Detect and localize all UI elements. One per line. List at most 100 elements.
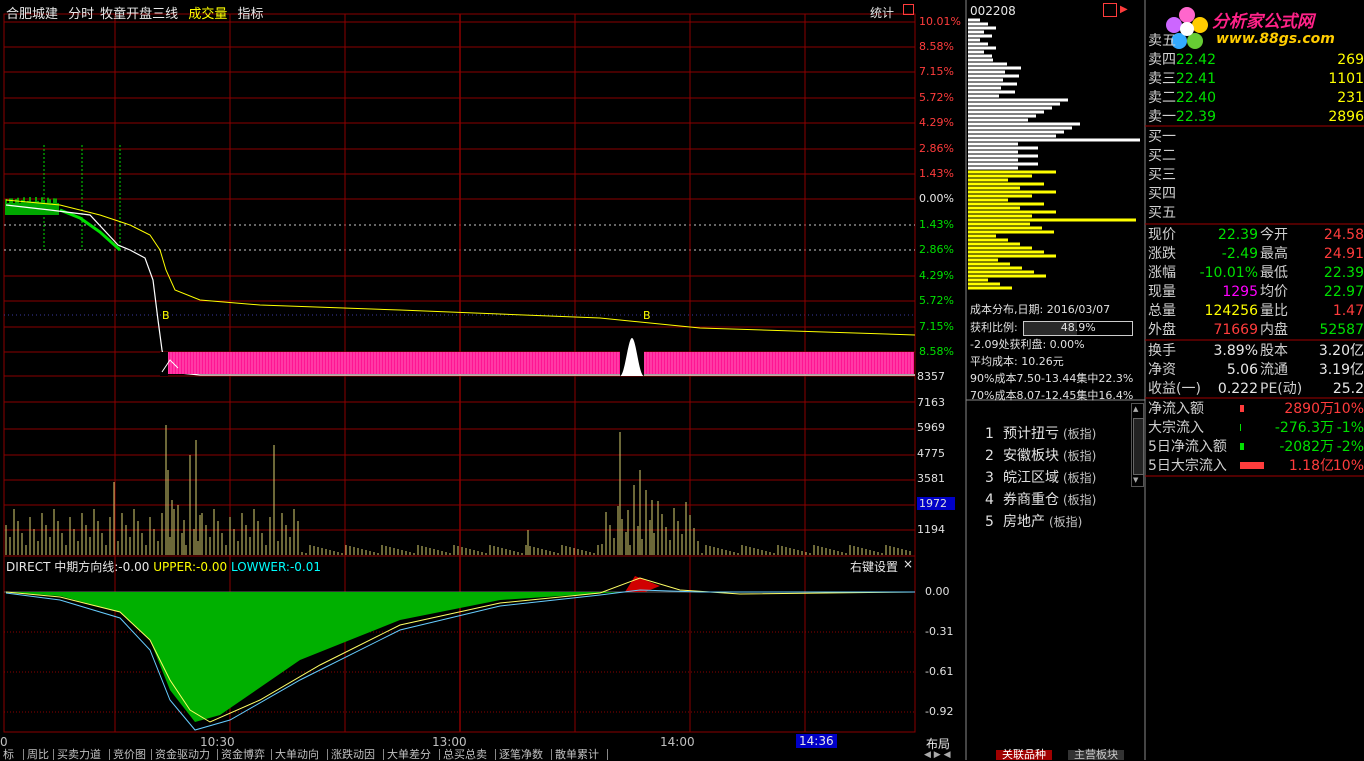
menu-timeshare[interactable]: 分时: [68, 7, 94, 22]
sector-item[interactable]: 1 预计扭亏 (板指): [985, 423, 1096, 443]
level-label: 买三: [1148, 167, 1176, 183]
level-label: 卖二: [1148, 90, 1176, 106]
bottom-tab[interactable]: 资金驱动力: [152, 749, 218, 760]
fund-flow-row: 大宗流入 -276.3万 -1%: [1148, 419, 1364, 438]
sector-item[interactable]: 4 券商重仓 (板指): [985, 489, 1096, 509]
bottom-tab[interactable]: 周比: [24, 749, 54, 760]
level-label: 买四: [1148, 186, 1176, 202]
flow-bar: [1240, 424, 1241, 431]
volume-axis-label: 1972: [917, 497, 955, 510]
flow-percent: 10%: [1332, 401, 1364, 417]
buy-level-row[interactable]: 买一: [1148, 128, 1364, 147]
buy-level-row[interactable]: 买四: [1148, 185, 1364, 204]
sector-index: 5: [985, 514, 994, 530]
stock-name: 合肥城建: [6, 7, 59, 22]
sell-level-row[interactable]: 卖一 22.39 2896: [1148, 108, 1364, 127]
buy-marker: B: [162, 309, 170, 322]
cost-90: 90%成本7.50-13.44集中22.3%: [970, 372, 1134, 385]
flow-label: 大宗流入: [1148, 420, 1204, 436]
upper-value: -0.00: [196, 560, 228, 574]
tab-main-sector[interactable]: 主营板块: [1068, 749, 1124, 760]
chip-arrow-icon[interactable]: ▶: [1120, 4, 1128, 15]
profit-ratio-value: 48.9%: [1060, 320, 1096, 334]
quote-stat-row: 净资 5.06 流通 3.19亿: [1148, 361, 1364, 380]
bottom-tab[interactable]: 涨跌动因: [328, 749, 384, 760]
stat-value: -2.49: [1221, 246, 1258, 262]
profit-ratio-bar: 48.9%: [1023, 320, 1134, 336]
bottom-tab[interactable]: 大单动向: [272, 749, 328, 760]
flow-percent: -1%: [1336, 420, 1364, 436]
price-axis-label: 4.29%: [919, 269, 954, 282]
stat-value: 22.97: [1323, 284, 1364, 300]
menu-indicator[interactable]: 指标: [237, 7, 263, 22]
sell-level-row[interactable]: 卖三 22.41 1101: [1148, 70, 1364, 89]
price-axis-label: 1.43%: [919, 218, 954, 231]
level-price: 22.42: [1175, 52, 1216, 68]
fund-flow-row: 净流入额 2890万 10%: [1148, 400, 1364, 419]
flow-amount: 2890万: [1284, 401, 1334, 417]
level-price: 22.39: [1175, 109, 1216, 125]
level-label: 卖四: [1148, 52, 1176, 68]
price-axis-label: 10.01%: [919, 15, 961, 28]
bottom-tab[interactable]: 买卖力道: [54, 749, 110, 760]
flow-percent: -2%: [1336, 439, 1364, 455]
bottom-tab[interactable]: 逐笔净数: [496, 749, 552, 760]
indicator-close-icon[interactable]: ×: [903, 557, 913, 571]
stat-value: 3.89%: [1213, 343, 1258, 359]
price-axis-label: 0.00%: [919, 192, 954, 205]
sector-type: (板指): [1063, 427, 1097, 441]
flow-amount: 1.18亿: [1288, 458, 1334, 474]
stats-button[interactable]: 统计: [870, 4, 894, 21]
sector-index: 2: [985, 448, 994, 464]
bottom-tab[interactable]: 散单累计: [552, 749, 608, 760]
stat-label: 均价: [1260, 284, 1288, 300]
indicator-settings[interactable]: 右键设置: [850, 558, 898, 575]
fund-flow-row: 5日大宗流入 1.18亿 10%: [1148, 457, 1364, 476]
stat-value: 0.222: [1217, 381, 1258, 397]
sector-scrollbar[interactable]: ▲ ▼: [1131, 403, 1144, 487]
stat-value: 25.2: [1332, 381, 1364, 397]
current-time: 14:36: [796, 734, 837, 748]
lower-label: LOWWER:: [230, 560, 290, 574]
sector-item[interactable]: 5 房地产 (板指): [985, 511, 1082, 531]
bottom-tab[interactable]: 大单差分: [384, 749, 440, 760]
bottom-tab[interactable]: 资金博弈: [218, 749, 272, 760]
buy-level-row[interactable]: 买二: [1148, 147, 1364, 166]
sell-level-row[interactable]: 卖五: [1148, 32, 1364, 51]
menu-formula[interactable]: 牧童开盘三线: [100, 7, 178, 22]
tab-related[interactable]: 关联品种: [996, 749, 1052, 760]
level-label: 卖一: [1148, 109, 1176, 125]
indicator-name: DIRECT: [6, 560, 51, 574]
chip-settings-icon[interactable]: [1103, 3, 1117, 17]
bottom-tab[interactable]: 总买总卖: [440, 749, 496, 760]
indicator-axis-label: -0.31: [925, 625, 954, 638]
sector-index: 4: [985, 492, 994, 508]
menu-volume[interactable]: 成交量: [188, 7, 227, 22]
sell-level-row[interactable]: 卖四 22.42 269: [1148, 51, 1364, 70]
buy-level-row[interactable]: 买五: [1148, 204, 1364, 223]
stat-label: 现价: [1148, 227, 1176, 243]
tab-scroll-arrows[interactable]: ◀ ▶ ◀: [924, 750, 964, 760]
price-axis-label: 4.29%: [919, 116, 954, 129]
profit-ratio-row: 获利比例: 48.9%: [970, 319, 1134, 336]
stat-value: 5.06: [1226, 362, 1258, 378]
sell-level-row[interactable]: 卖二 22.40 231: [1148, 89, 1364, 108]
stat-label: 总量: [1148, 303, 1176, 319]
flow-bar: [1240, 443, 1244, 450]
buy-level-row[interactable]: 买三: [1148, 166, 1364, 185]
bottom-tab[interactable]: 标: [0, 749, 24, 760]
price-axis-label: 5.72%: [919, 294, 954, 307]
quote-stat-row: 收益(一) 0.222 PE(动) 25.2: [1148, 380, 1364, 399]
price-axis-label: 1.43%: [919, 167, 954, 180]
stat-label: PE(动): [1260, 381, 1303, 397]
price-axis-label: 8.58%: [919, 345, 954, 358]
stat-label: 净资: [1148, 362, 1176, 378]
sector-item[interactable]: 3 皖江区域 (板指): [985, 467, 1096, 487]
maximize-icon[interactable]: [903, 4, 914, 15]
bottom-tab[interactable]: 竞价图: [110, 749, 152, 760]
flow-amount: -2082万: [1279, 439, 1334, 455]
price-axis-label: 2.86%: [919, 243, 954, 256]
sector-item[interactable]: 2 安徽板块 (板指): [985, 445, 1096, 465]
stat-label: 涨幅: [1148, 265, 1176, 281]
stat-label: 量比: [1260, 303, 1288, 319]
